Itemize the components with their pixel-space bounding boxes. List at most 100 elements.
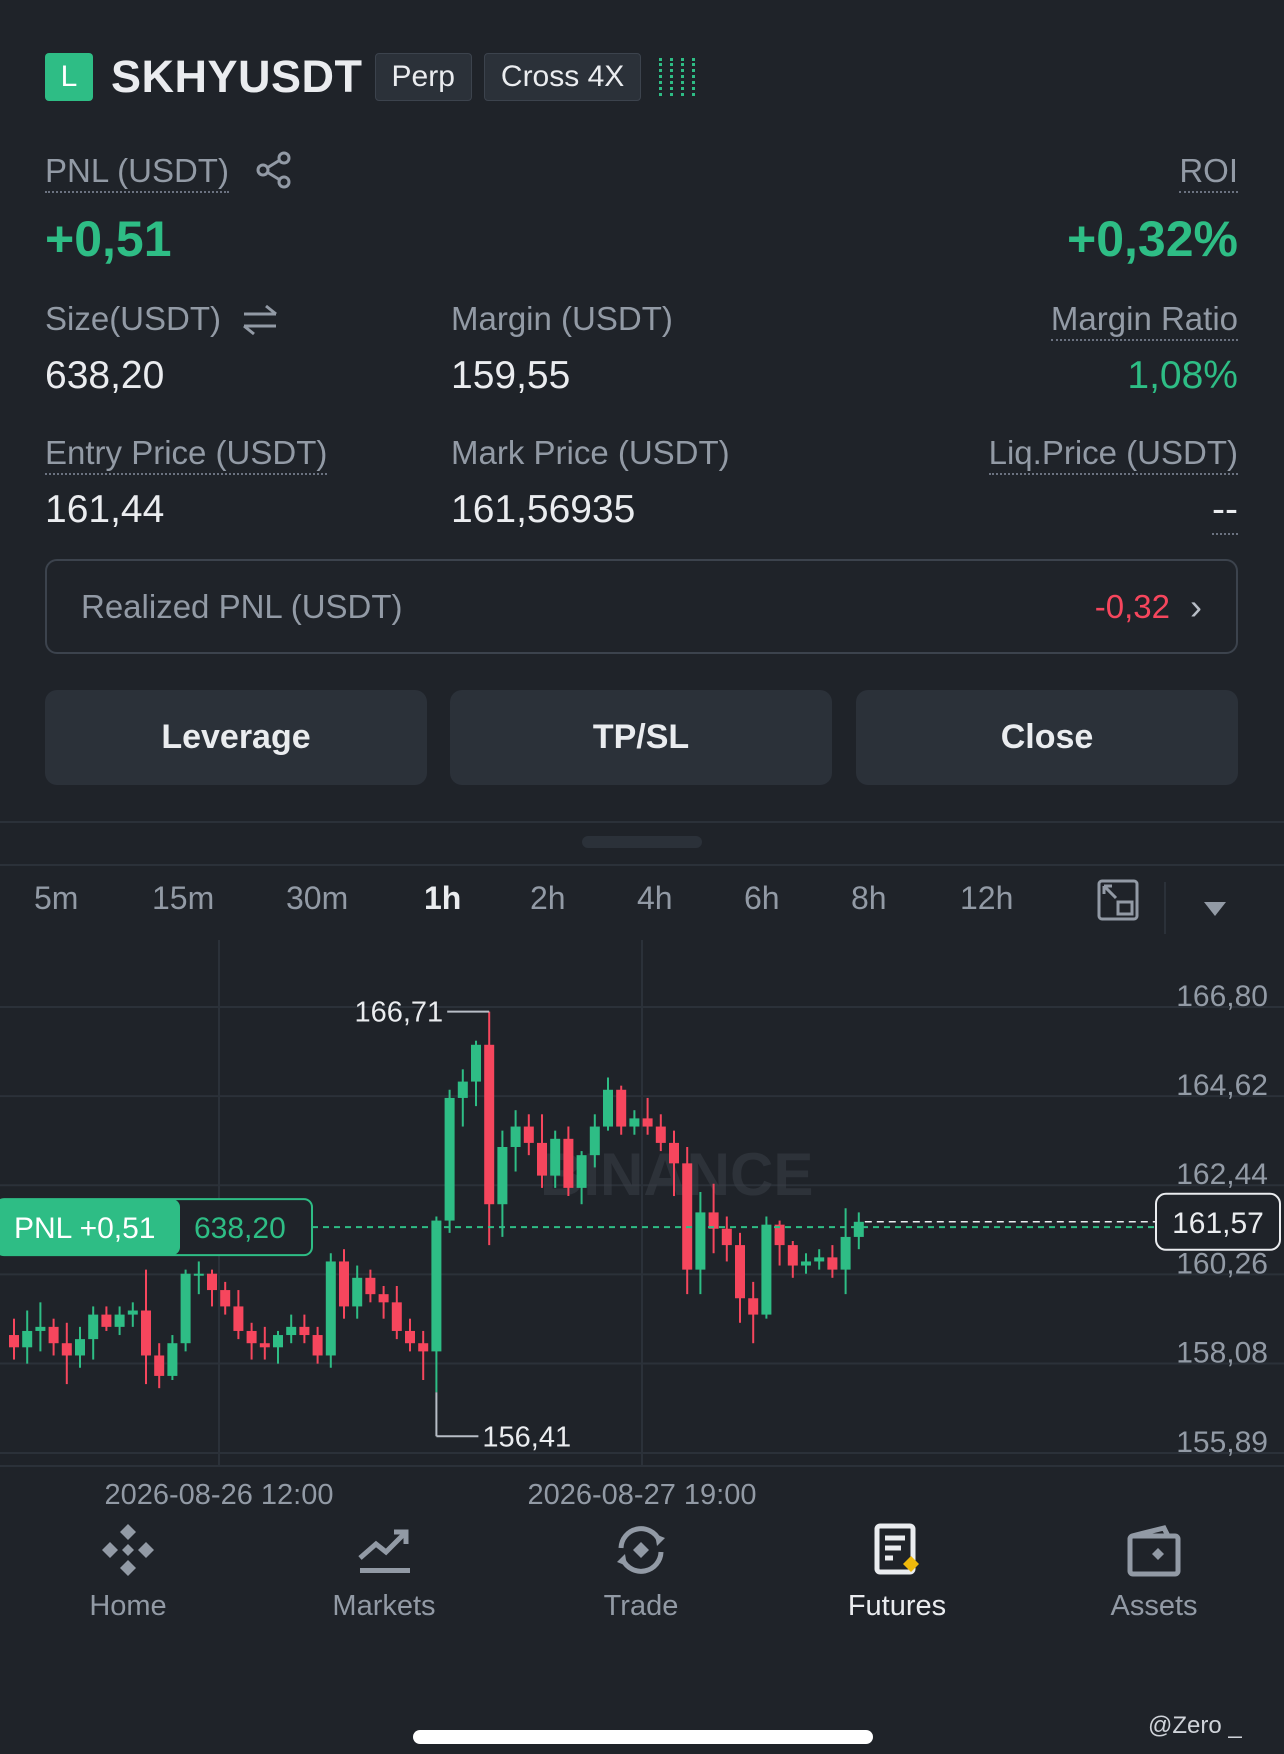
candle-body [22, 1330, 33, 1348]
margin-ratio-label[interactable]: Margin Ratio [1050, 300, 1238, 341]
tab-4h[interactable]: 4h [637, 880, 673, 917]
candle-body [853, 1221, 864, 1237]
margin-label: Margin (USDT) [451, 300, 673, 337]
candle-body [484, 1044, 495, 1205]
trade-icon [617, 1526, 665, 1574]
candle-body [299, 1326, 310, 1336]
nav-markets[interactable]: Markets [284, 1520, 484, 1623]
tab-6h[interactable]: 6h [744, 880, 780, 917]
candle-body [180, 1273, 191, 1344]
drag-handle[interactable] [582, 836, 702, 848]
expand-chart-icon[interactable] [1096, 878, 1140, 922]
candle [642, 1097, 653, 1135]
candle [75, 1326, 85, 1368]
candle [193, 1261, 204, 1295]
futures-icon [874, 1523, 919, 1575]
nav-assets[interactable]: Assets [1054, 1520, 1254, 1623]
candle [444, 1089, 455, 1233]
swap-units-icon[interactable] [240, 300, 280, 340]
candle-body [154, 1355, 165, 1376]
roi-label[interactable]: ROI [1179, 152, 1238, 193]
candle-body [141, 1310, 151, 1356]
candle [48, 1318, 59, 1356]
liq-label-row: Liq.Price (USDT) [988, 434, 1238, 475]
tab-1h[interactable]: 1h [424, 880, 461, 917]
candle-body [787, 1245, 798, 1266]
margin-mode-tag[interactable]: Cross 4X [483, 53, 642, 101]
candle-body [523, 1126, 534, 1143]
margin-value: 159,55 [451, 354, 571, 397]
candle-body [735, 1245, 745, 1299]
candlestick-chart[interactable]: BINANCE 166,80164,62162,44160,26158,0815… [0, 940, 1284, 1520]
roi-label-row: ROI [1179, 152, 1238, 193]
home-indicator[interactable] [413, 1730, 873, 1744]
divider [0, 821, 1284, 823]
candle [325, 1253, 336, 1368]
candle-body [669, 1142, 679, 1164]
candle [127, 1302, 138, 1327]
candle [154, 1343, 165, 1389]
tpsl-button[interactable]: TP/SL [450, 690, 832, 785]
candle-body [471, 1044, 481, 1082]
candle [61, 1322, 72, 1385]
candle [523, 1114, 534, 1156]
nav-trade[interactable]: Trade [541, 1520, 741, 1623]
roi-value: +0,32% [1067, 211, 1238, 267]
candle-body [391, 1302, 402, 1331]
size-label: Size(USDT) [45, 300, 222, 337]
candle-body [457, 1081, 468, 1098]
pnl-label-row: PNL (USDT) [45, 152, 229, 193]
realized-pnl-value: -0,32 [1094, 587, 1170, 625]
tab-5m[interactable]: 5m [34, 880, 78, 917]
mark-price-label: Mark Price (USDT) [451, 434, 730, 471]
tab-30m[interactable]: 30m [286, 880, 348, 917]
candle [391, 1285, 402, 1340]
long-side-badge: L [45, 53, 93, 101]
candle [801, 1253, 811, 1274]
nav-home[interactable]: Home [28, 1520, 228, 1623]
chevron-right-icon: › [1190, 585, 1202, 627]
candle-body [682, 1163, 693, 1270]
perp-tag: Perp [374, 53, 472, 101]
candle-body [378, 1294, 389, 1303]
candle-body [801, 1261, 811, 1266]
candle-body [75, 1339, 85, 1356]
candle [101, 1306, 112, 1331]
candle-body [550, 1138, 561, 1176]
x-axis-labels: 2026-08-26 12:00 2026-08-27 19:00 [105, 1479, 757, 1511]
y-tick-label: 162,44 [1176, 1158, 1268, 1191]
liq-price-value-row: -- [1212, 488, 1238, 535]
realized-pnl-row[interactable]: Realized PNL (USDT) -0,32 › [45, 559, 1238, 654]
candle [814, 1249, 825, 1270]
entry-price-label[interactable]: Entry Price (USDT) [45, 434, 328, 475]
candle-body [655, 1126, 666, 1143]
realized-pnl-label: Realized PNL (USDT) [81, 587, 403, 625]
markets-icon [358, 1529, 410, 1573]
candle [457, 1069, 468, 1127]
leverage-button[interactable]: Leverage [45, 690, 427, 785]
tab-8h[interactable]: 8h [851, 880, 887, 917]
share-icon[interactable] [254, 150, 294, 190]
candle-body [101, 1314, 112, 1327]
candle [286, 1314, 297, 1344]
symbol-title[interactable]: SKHYUSDT [111, 51, 363, 103]
tab-15m[interactable]: 15m [152, 880, 214, 917]
close-position-button[interactable]: Close [856, 690, 1238, 785]
candle [378, 1285, 389, 1319]
candle-body [510, 1126, 521, 1147]
y-tick-label: 155,89 [1176, 1426, 1268, 1459]
candle [827, 1245, 838, 1278]
mark-price-value: 161,56935 [451, 488, 636, 531]
nav-futures[interactable]: Futures [797, 1520, 997, 1623]
high-price-label: 166,71 [354, 997, 443, 1029]
pnl-label[interactable]: PNL (USDT) [45, 152, 229, 193]
candle-body [444, 1097, 455, 1221]
candle [735, 1232, 745, 1323]
chevron-down-icon[interactable] [1204, 902, 1226, 916]
tab-2h[interactable]: 2h [530, 880, 566, 917]
candle-body [207, 1273, 217, 1291]
liq-price-label[interactable]: Liq.Price (USDT) [988, 434, 1238, 475]
tab-12h[interactable]: 12h [960, 880, 1013, 917]
candle [88, 1306, 99, 1360]
low-price-label: 156,41 [482, 1421, 571, 1453]
